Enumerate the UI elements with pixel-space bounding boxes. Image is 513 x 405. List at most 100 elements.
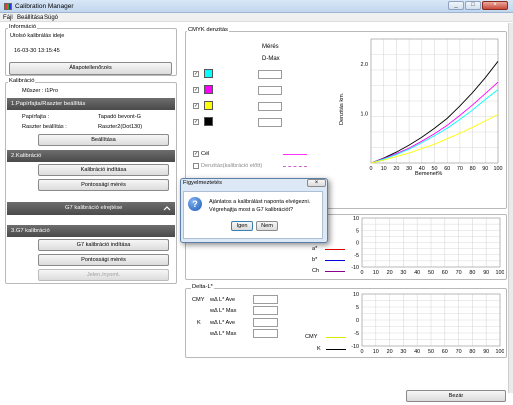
x-tick-label: 90 xyxy=(483,270,489,276)
cmy-legend-line xyxy=(326,337,346,338)
maximize-button[interactable]: □ xyxy=(465,1,481,10)
delta-k-ave-label: wΔ L* Ave xyxy=(210,320,236,326)
yellow-checkbox[interactable]: ✓ xyxy=(193,103,199,109)
ch-legend-line xyxy=(325,271,345,272)
y-tick-label: 0 xyxy=(356,318,359,324)
y-tick-label: 10 xyxy=(353,216,359,222)
y-tick-label: 5 xyxy=(356,305,359,311)
delta-l-title: Delta-L* xyxy=(191,284,214,290)
k-legend-label: K xyxy=(317,346,321,352)
calibration-panel-title: Kalibráció xyxy=(8,78,36,84)
paper-type-label: Papírfajta : xyxy=(22,114,50,120)
cmyk-density-title: CMYK denzitás xyxy=(187,27,229,33)
x-tick-label: 0 xyxy=(361,270,364,276)
vertical-scrollbar[interactable] xyxy=(508,23,513,393)
x-tick-label: 70 xyxy=(456,270,462,276)
y-tick-label: 1.0 xyxy=(361,111,369,117)
density-y-axis-label: Denzitás km. xyxy=(339,92,345,125)
a-star-legend-line xyxy=(325,249,345,250)
cmy-legend-label: CMY xyxy=(305,334,318,340)
density-x-axis-label: Bemenet% xyxy=(415,171,443,177)
y-tick-label: -10 xyxy=(351,344,359,350)
no-button[interactable]: Nem xyxy=(256,221,278,231)
density-before-legend-line xyxy=(283,166,307,167)
section-g7-calibration: 3.G7 kalibráció xyxy=(7,225,175,237)
screen-setting-value: Raszter2(Dot130) xyxy=(98,124,143,130)
paper-settings-button[interactable]: Beállítása xyxy=(38,134,169,146)
close-window-button[interactable]: × xyxy=(482,1,508,10)
yes-button[interactable]: Igen xyxy=(231,221,253,231)
g7-accuracy-measure-button[interactable]: Pontossági mérés xyxy=(38,254,169,266)
delta-l-chart: 0 10 20 30 40 50 60 70 80 90 100 10 5 0 -5 -10 xyxy=(348,291,504,357)
minimize-button[interactable]: _ xyxy=(448,1,464,10)
g7-toggle-label: G7 kalibráció elrejtése xyxy=(65,205,123,211)
x-tick-label: 20 xyxy=(387,349,393,355)
start-g7-calibration-button[interactable]: G7 kalibráció indítása xyxy=(38,239,169,251)
black-swatch xyxy=(204,117,213,126)
delta-cmy-max-field xyxy=(253,306,278,315)
delta-cmy-ave-field xyxy=(253,295,278,304)
y-tick-label: 2.0 xyxy=(361,62,369,68)
ch-label: Ch xyxy=(312,268,320,274)
g7-toggle-bar[interactable]: G7 kalibráció elrejtése xyxy=(7,202,175,215)
x-tick-label: 60 xyxy=(444,166,450,172)
target-checkbox[interactable]: ✓ xyxy=(193,151,199,157)
close-button[interactable]: Bezár xyxy=(406,390,506,402)
black-dmax-field xyxy=(258,118,282,127)
magenta-checkbox[interactable]: ✓ xyxy=(193,87,199,93)
accuracy-measure-button[interactable]: Pontossági mérés xyxy=(38,179,169,191)
density-before-legend-label: Denzitás(kalibráció előtt) xyxy=(201,163,263,169)
x-tick-label: 0 xyxy=(370,166,373,172)
lab-chart: 0 10 20 30 40 50 60 70 80 90 100 10 5 0 -5 -10 xyxy=(348,216,504,280)
start-calibration-button[interactable]: Kalibráció indítása xyxy=(38,164,169,176)
x-tick-label: 40 xyxy=(414,349,420,355)
menu-file[interactable]: Fájl xyxy=(3,15,13,21)
delta-cmy-max-label: wΔ L* Max xyxy=(210,308,237,314)
info-panel-title: Információ xyxy=(8,24,38,30)
status-check-button[interactable]: Állapotellenőrzés xyxy=(9,62,172,75)
x-tick-label: 20 xyxy=(393,166,399,172)
delta-k-ave-field xyxy=(253,318,278,327)
report-print-button[interactable]: Jelen./nyomt. xyxy=(38,269,169,281)
x-tick-label: 50 xyxy=(428,349,434,355)
y-tick-label: 5 xyxy=(356,228,359,234)
x-tick-label: 40 xyxy=(414,270,420,276)
delta-cmy-label: CMY xyxy=(192,297,205,303)
x-tick-label: 0 xyxy=(361,349,364,355)
b-star-label: b* xyxy=(312,257,318,263)
measure-header: Mérés xyxy=(262,44,279,50)
y-tick-label: 10 xyxy=(353,292,359,298)
density-chart: 0 10 20 30 40 50 60 70 80 90 100 1.0 2.0 xyxy=(345,36,503,186)
menu-help[interactable]: Súgó xyxy=(44,15,58,21)
dialog-title: Figyelmeztetés xyxy=(183,180,222,186)
delta-k-max-label: wΔ L* Max xyxy=(210,331,237,337)
dialog-close-button[interactable]: × xyxy=(307,179,326,187)
screen-setting-label: Raszter beállítás : xyxy=(22,124,67,130)
x-tick-label: 30 xyxy=(406,166,412,172)
window-title: Calibration Manager xyxy=(15,3,74,10)
cyan-checkbox[interactable]: ✓ xyxy=(193,71,199,77)
dmax-header: D-Max xyxy=(262,56,280,62)
black-checkbox[interactable]: ✓ xyxy=(193,119,199,125)
menu-settings[interactable]: Beállítása xyxy=(17,15,43,21)
question-icon: ? xyxy=(188,197,202,211)
k-legend-line xyxy=(326,349,346,350)
x-tick-label: 100 xyxy=(496,270,505,276)
delta-k-max-field xyxy=(253,329,278,338)
section-paper-screen: 1.Papírfajta/Raszter beállítás xyxy=(7,98,175,110)
cyan-dmax-field xyxy=(258,70,282,79)
x-tick-label: 100 xyxy=(496,349,505,355)
section-calibration: 2.Kalibráció xyxy=(7,150,175,162)
y-tick-label: 0 xyxy=(356,241,359,247)
x-tick-label: 80 xyxy=(470,166,476,172)
cyan-swatch xyxy=(204,69,213,78)
x-tick-label: 30 xyxy=(400,349,406,355)
title-bar xyxy=(0,0,513,13)
chevron-up-icon[interactable] xyxy=(163,205,171,212)
a-star-label: a* xyxy=(312,246,318,252)
x-tick-label: 70 xyxy=(456,349,462,355)
density-before-checkbox[interactable] xyxy=(193,163,199,169)
x-tick-label: 10 xyxy=(373,270,379,276)
target-legend-line xyxy=(283,154,307,155)
x-tick-label: 80 xyxy=(469,349,475,355)
